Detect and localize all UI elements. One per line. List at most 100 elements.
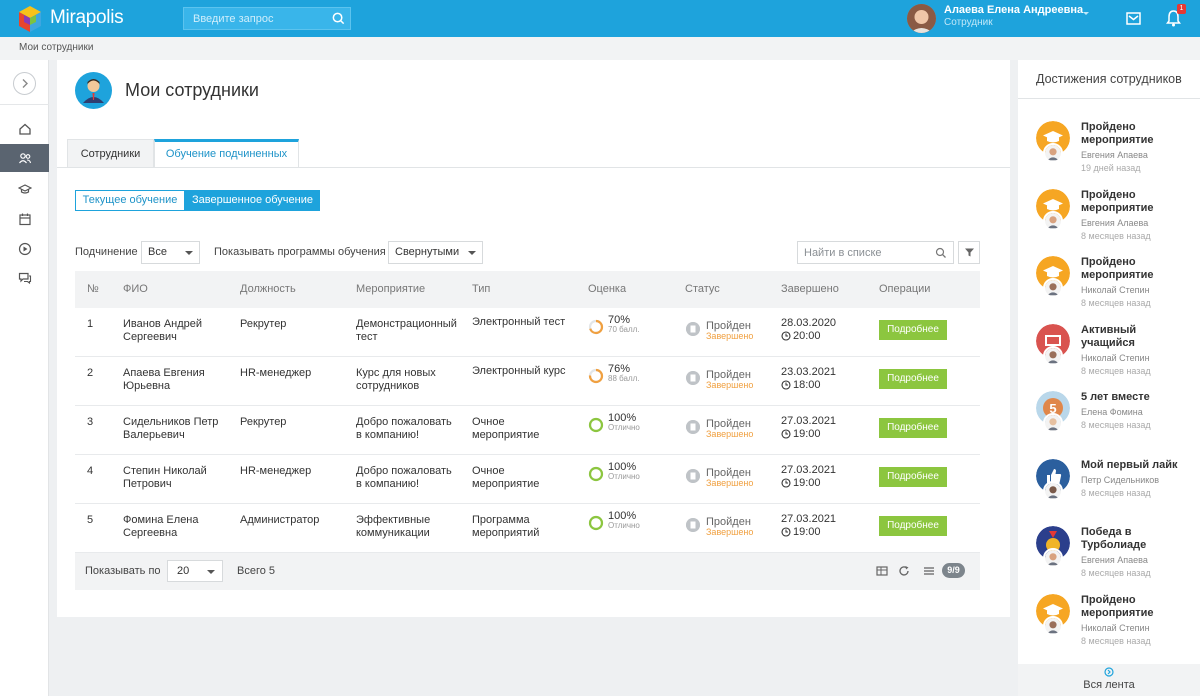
clock-icon — [781, 527, 791, 537]
event-name-line1: Эффективные — [356, 514, 431, 526]
event-name-line1: Добро пожаловать — [356, 465, 452, 477]
achievement-item[interactable]: Активный учащийся Николай Степин 8 месяцев… — [1018, 323, 1200, 391]
notification-badge: 1 — [1177, 4, 1186, 14]
details-button[interactable]: Подробнее — [879, 467, 947, 487]
achievement-item[interactable]: Пройдено мероприятие Евгения Алаева 8 меся… — [1018, 188, 1200, 256]
achievement-time: 8 месяцев назад — [1081, 230, 1151, 241]
refresh-icon[interactable] — [898, 565, 910, 577]
sidebar-item-media[interactable] — [0, 235, 49, 263]
user-name[interactable]: Алаева Елена Андреевна — [944, 4, 1083, 16]
user-avatar-icon — [1043, 548, 1063, 568]
columns-count-badge[interactable]: 9/9 — [942, 563, 965, 578]
column-header[interactable]: Статус — [685, 283, 720, 295]
sidebar-item-learning[interactable] — [0, 175, 49, 203]
subordination-select[interactable]: Все — [141, 241, 200, 264]
achievement-item[interactable]: 55 лет вместе Елена Фомина 8 месяцев назад — [1018, 391, 1200, 458]
completed-time: 19:00 — [793, 526, 821, 538]
total-count: Всего 5 — [237, 565, 276, 577]
employee-name-line1: Иванов Андрей — [123, 318, 203, 330]
completed-time: 19:00 — [793, 428, 821, 440]
achievement-title: Пройдено мероприятие — [1081, 188, 1154, 214]
achievement-title: Пройдено мероприятие — [1081, 121, 1154, 146]
sidebar-item-calendar[interactable] — [0, 205, 49, 233]
page-size-select[interactable]: 20 — [167, 560, 223, 582]
achievement-item[interactable]: Мой первый лайк Петр Сидельников 8 месяцев… — [1018, 458, 1200, 526]
achievement-time: 8 месяцев назад — [1081, 568, 1151, 578]
graduation-cap-icon — [18, 184, 32, 194]
achievement-item[interactable]: Пройдено мероприятие Николай Степин 8 меся… — [1018, 593, 1200, 661]
table-row: 2 Апаева Евгения Юрьевна HR-менеджер Курс дл… — [75, 357, 980, 406]
table-row: 4 Степин Николай Петрович HR-менеджер Добро … — [75, 455, 980, 504]
completed-time: 18:00 — [793, 379, 821, 391]
all-feed-link[interactable]: Вся лента — [1018, 664, 1200, 696]
details-button[interactable]: Подробнее — [879, 320, 947, 340]
global-search-input[interactable] — [184, 8, 329, 29]
event-name-line2: в компанию! — [356, 478, 420, 490]
global-search — [183, 7, 351, 30]
employee-name-line2: Петрович — [123, 478, 172, 490]
column-header[interactable]: Тип — [472, 283, 490, 295]
employee-position: Рекрутер — [240, 416, 287, 428]
achievement-item[interactable]: Победа в Турболиаде Евгения Апаева 8 месяц… — [1018, 526, 1200, 593]
columns-list-icon[interactable] — [923, 565, 935, 577]
details-button[interactable]: Подробнее — [879, 516, 947, 536]
clock-icon — [781, 380, 791, 390]
users-icon — [19, 153, 32, 164]
table-row: 3 Сидельников Петр Валерьевич Рекрутер Добро… — [75, 406, 980, 455]
breadcrumb[interactable]: Мои сотрудники — [19, 42, 93, 53]
export-excel-icon[interactable] — [876, 565, 888, 577]
filter-button[interactable] — [958, 241, 980, 264]
list-search-input[interactable] — [798, 242, 928, 263]
sidebar-toggle-button[interactable] — [13, 72, 36, 95]
sidebar-item-home[interactable] — [0, 115, 49, 143]
completed-date: 27.03.2021 — [781, 415, 837, 427]
search-icon[interactable] — [331, 11, 346, 26]
employee-name-line1: Апаева Евгения — [123, 367, 205, 379]
score-ring — [588, 319, 604, 335]
achievements-title: Достижения сотрудников — [1036, 72, 1182, 86]
column-header[interactable]: Мероприятие — [356, 283, 425, 295]
sidebar-item-chat[interactable] — [0, 264, 49, 292]
achievement-user: Евгения Апаева — [1081, 150, 1148, 160]
employee-name: Сидельников Петр Валерьевич — [123, 416, 218, 442]
employee-name: Степин Николай Петрович — [123, 465, 207, 491]
achievement-item[interactable]: Пройдено мероприятие Николай Степин 8 меся… — [1018, 256, 1200, 323]
document-icon — [686, 322, 700, 336]
event-name: Курс для новых сотрудников — [356, 367, 436, 393]
segment-current-learning[interactable]: Текущее обучение — [75, 190, 185, 211]
user-avatar[interactable] — [907, 4, 936, 33]
details-button[interactable]: Подробнее — [879, 418, 947, 438]
achievement-user: Николай Степин — [1081, 622, 1150, 633]
mail-icon[interactable] — [1125, 10, 1142, 27]
caret-down-icon — [468, 251, 476, 255]
column-header[interactable]: Завершено — [781, 283, 839, 295]
details-button[interactable]: Подробнее — [879, 369, 947, 389]
mirapolis-logo-icon[interactable] — [16, 5, 44, 33]
search-icon[interactable] — [935, 247, 947, 259]
clock-icon — [781, 331, 791, 341]
column-header[interactable]: ФИО — [123, 283, 148, 295]
column-header[interactable]: № — [87, 283, 99, 295]
score-detail: Отлично — [608, 472, 640, 481]
sidebar-item-employees[interactable] — [0, 144, 49, 172]
tab-subordinate-learning[interactable]: Обучение подчиненных — [154, 139, 299, 168]
event-type-line2: мероприятие — [472, 429, 540, 441]
event-type: Очное мероприятие — [472, 465, 539, 491]
chevron-down-icon[interactable] — [1081, 9, 1091, 17]
achievement-item[interactable]: Пройдено мероприятие Евгения Апаева 19 дне… — [1018, 121, 1200, 188]
event-type-line1: Электронный тест — [472, 316, 566, 328]
home-icon — [19, 123, 31, 135]
user-avatar-icon — [1043, 413, 1063, 433]
programs-select[interactable]: Свернутыми — [388, 241, 483, 264]
tab-employees[interactable]: Сотрудники — [67, 139, 154, 168]
segment-completed-learning[interactable]: Завершенное обучение — [185, 190, 320, 211]
document-icon — [686, 371, 700, 385]
column-header[interactable]: Оценка — [588, 283, 626, 295]
employee-position: Рекрутер — [240, 318, 287, 330]
employee-name: Фомина Елена Сергеевна — [123, 514, 199, 540]
user-photo-icon — [907, 4, 936, 33]
user-avatar-icon — [1043, 210, 1063, 231]
column-header[interactable]: Должность — [240, 283, 296, 295]
status-detail: Завершено — [706, 331, 754, 341]
app-name[interactable]: Mirapolis — [50, 7, 124, 29]
